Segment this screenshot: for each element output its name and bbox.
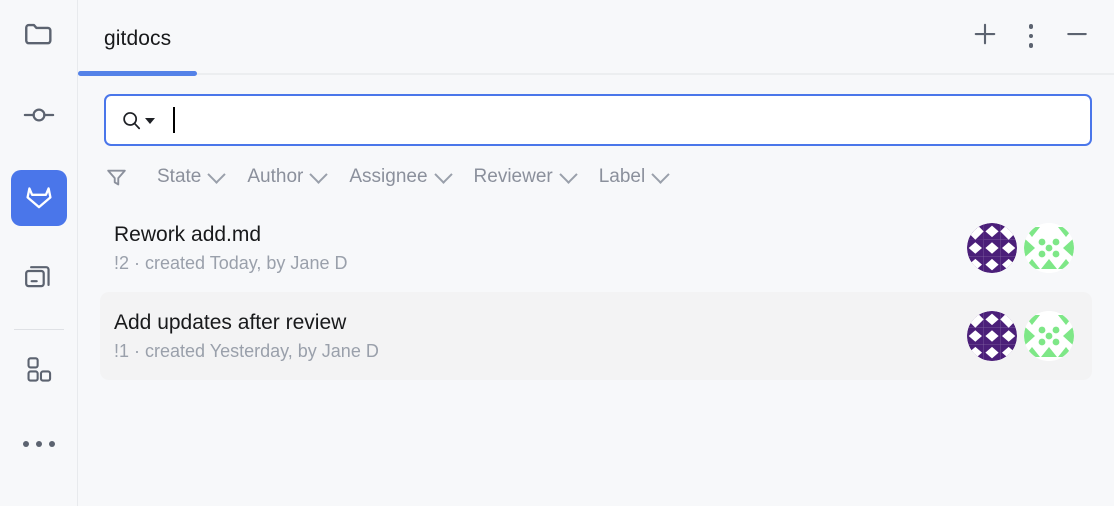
app-window: gitdocs State Author Assignee Reviewer L… bbox=[0, 0, 1114, 506]
more-horizontal-icon bbox=[35, 441, 42, 447]
folder-icon bbox=[22, 17, 56, 56]
tab-label: gitdocs bbox=[104, 27, 172, 50]
kebab-vertical-icon bbox=[1028, 24, 1034, 48]
filter-state[interactable]: State bbox=[145, 162, 235, 192]
filter-author[interactable]: Author bbox=[235, 162, 337, 192]
more-horizontal-icon bbox=[48, 441, 55, 447]
avatar-group bbox=[967, 311, 1074, 361]
filter-label: State bbox=[157, 166, 202, 187]
filter-label[interactable]: Label bbox=[587, 162, 680, 192]
avatar-group bbox=[967, 223, 1074, 273]
minus-icon bbox=[1062, 19, 1092, 54]
merge-request-meta: !1 · created Yesterday, by Jane D bbox=[114, 340, 379, 361]
copy-windows-icon bbox=[22, 260, 56, 299]
avatar[interactable] bbox=[967, 223, 1017, 273]
filter-label: Reviewer bbox=[473, 166, 553, 187]
filter-funnel-icon[interactable] bbox=[104, 165, 129, 190]
row-content: Rework add.md !2 · created Today, by Jan… bbox=[114, 223, 347, 274]
tab-bar: gitdocs bbox=[78, 0, 1114, 78]
gitlab-fox-icon bbox=[22, 179, 56, 218]
more-horizontal-icon bbox=[22, 441, 29, 447]
add-button[interactable] bbox=[966, 17, 1004, 55]
sidebar-item-more[interactable] bbox=[11, 422, 67, 466]
chevron-down-icon bbox=[559, 164, 578, 184]
chevron-down-icon bbox=[651, 164, 670, 184]
filter-reviewer[interactable]: Reviewer bbox=[462, 162, 587, 192]
chevron-down-icon bbox=[433, 164, 453, 184]
merge-request-list: Rework add.md !2 · created Today, by Jan… bbox=[78, 192, 1114, 380]
filter-bar: State Author Assignee Reviewer Label bbox=[78, 146, 1114, 192]
tab-list: gitdocs bbox=[78, 0, 198, 78]
tool-rail bbox=[0, 0, 78, 506]
search-input[interactable] bbox=[104, 94, 1092, 146]
commit-node-icon bbox=[21, 97, 57, 138]
table-row[interactable]: Rework add.md !2 · created Today, by Jan… bbox=[100, 204, 1092, 292]
merge-request-title: Add updates after review bbox=[114, 310, 347, 334]
row-content: Add updates after review !1 · created Ye… bbox=[114, 311, 379, 362]
window-actions bbox=[966, 0, 1114, 72]
plus-icon bbox=[970, 19, 1000, 54]
search-dropdown-icon[interactable] bbox=[120, 109, 155, 132]
filter-label: Author bbox=[247, 166, 304, 187]
sidebar-item-gitlab[interactable] bbox=[10, 170, 67, 226]
table-row[interactable]: Add updates after review !1 · created Ye… bbox=[100, 292, 1092, 380]
avatar[interactable] bbox=[1024, 311, 1074, 361]
chevron-down-icon bbox=[207, 164, 227, 184]
avatar[interactable] bbox=[1024, 223, 1074, 273]
avatar[interactable] bbox=[967, 311, 1017, 361]
text-cursor bbox=[173, 107, 175, 133]
chevron-down-icon bbox=[145, 118, 155, 124]
merge-request-meta: !2 · created Today, by Jane D bbox=[114, 252, 348, 273]
sidebar-item-windows[interactable] bbox=[11, 251, 67, 307]
sidebar-item-plugins[interactable] bbox=[11, 344, 67, 400]
filter-label: Assignee bbox=[349, 166, 428, 187]
chevron-down-icon bbox=[309, 164, 329, 184]
rail-divider bbox=[13, 329, 64, 330]
tab-gitdocs[interactable]: gitdocs bbox=[78, 0, 198, 78]
merge-request-title: Rework add.md bbox=[114, 222, 262, 246]
main-panel: gitdocs State Author Assignee Reviewer L… bbox=[78, 0, 1114, 506]
filter-assignee[interactable]: Assignee bbox=[337, 162, 461, 192]
sidebar-item-commits[interactable] bbox=[11, 89, 67, 145]
blocks-icon bbox=[23, 354, 55, 391]
minimize-button[interactable] bbox=[1058, 17, 1096, 55]
more-options-button[interactable] bbox=[1012, 17, 1050, 55]
filter-label: Label bbox=[598, 166, 646, 187]
search-area bbox=[78, 78, 1114, 146]
sidebar-item-project-folder[interactable] bbox=[11, 8, 67, 64]
tab-bar-underline bbox=[78, 73, 1114, 75]
